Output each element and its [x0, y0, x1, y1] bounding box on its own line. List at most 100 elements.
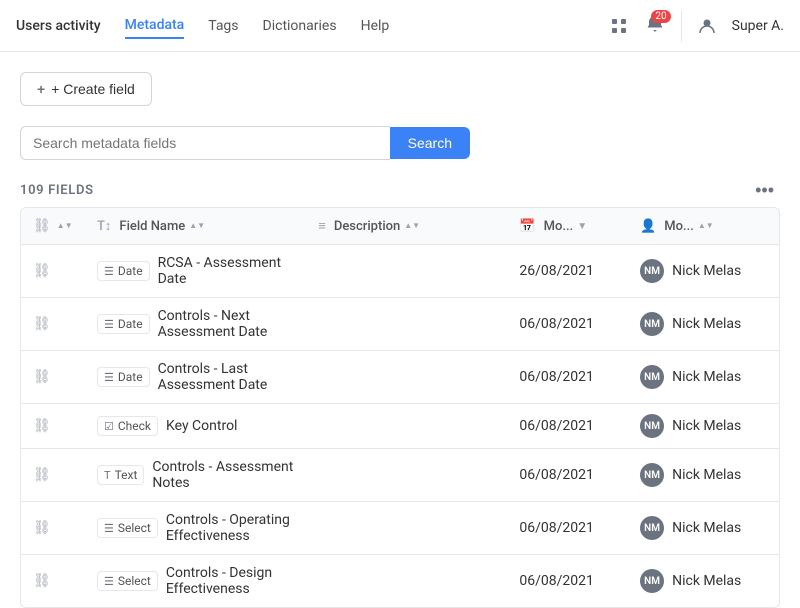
- link-sort-arrows[interactable]: ▲▼: [57, 222, 73, 230]
- user-name: Nick Melas: [672, 573, 741, 589]
- avatar: NM: [640, 569, 664, 593]
- table-row: ⛓ T Text Controls - Assessment Notes 06/…: [21, 449, 779, 502]
- th-description-label: Description: [334, 219, 400, 234]
- th-modified[interactable]: 📅 Mo... ▼: [507, 208, 628, 245]
- modby-col-icon: 👤: [640, 219, 656, 234]
- search-input[interactable]: [20, 126, 390, 160]
- nav-item-users-activity[interactable]: Users activity: [16, 14, 101, 38]
- row-modified-cell: 06/08/2021: [507, 449, 628, 502]
- table-row: ⛓ ☰ Select Controls - Design Effectivene…: [21, 555, 779, 608]
- plus-icon: +: [37, 81, 45, 97]
- notification-count: 20: [651, 10, 670, 23]
- user-cell: NM Nick Melas: [640, 365, 767, 389]
- row-modified-cell: 06/08/2021: [507, 404, 628, 449]
- search-button[interactable]: Search: [390, 127, 470, 159]
- type-badge: ☰ Select: [97, 571, 158, 591]
- row-description-cell: [306, 245, 507, 298]
- field-name-text: Controls - Design Effectiveness: [166, 565, 294, 597]
- th-field-name[interactable]: T↕ Field Name ▲▼: [85, 208, 306, 245]
- type-badge-label: Date: [118, 264, 143, 278]
- user-name: Nick Melas: [672, 316, 741, 332]
- user-avatar-icon[interactable]: [698, 17, 716, 35]
- row-modified-cell: 06/08/2021: [507, 555, 628, 608]
- row-modified-cell: 06/08/2021: [507, 502, 628, 555]
- type-badge-icon: ☑: [104, 420, 114, 433]
- avatar: NM: [640, 516, 664, 540]
- row-link-icon[interactable]: ⛓: [33, 418, 51, 434]
- row-modified-by-cell: NM Nick Melas: [628, 298, 779, 351]
- field-name-text: RCSA - Assessment Date: [158, 255, 295, 287]
- type-badge-label: Check: [118, 419, 151, 433]
- nav-item-metadata[interactable]: Metadata: [125, 13, 185, 39]
- fields-table: ⛓ ▲▼ T↕ Field Name ▲▼ ≡: [20, 207, 780, 608]
- avatar: NM: [640, 259, 664, 283]
- row-link-icon[interactable]: ⛓: [33, 573, 51, 589]
- row-description-cell: [306, 555, 507, 608]
- user-name: Nick Melas: [672, 467, 741, 483]
- th-modified-by[interactable]: 👤 Mo... ▲▼: [628, 208, 779, 245]
- description-col-icon: ≡: [318, 218, 326, 234]
- header: Users activity Metadata Tags Dictionarie…: [0, 0, 800, 52]
- row-link-icon[interactable]: ⛓: [33, 263, 51, 279]
- th-field-name-label: Field Name: [119, 219, 185, 234]
- row-modified-by-cell: NM Nick Melas: [628, 404, 779, 449]
- description-sort-arrows[interactable]: ▲▼: [404, 222, 420, 230]
- modby-sort-arrows[interactable]: ▲▼: [698, 222, 714, 230]
- user-cell: NM Nick Melas: [640, 259, 767, 283]
- row-modified-cell: 06/08/2021: [507, 298, 628, 351]
- search-bar: Search: [20, 126, 470, 160]
- user-name: Nick Melas: [672, 520, 741, 536]
- user-cell: NM Nick Melas: [640, 463, 767, 487]
- field-name-text: Controls - Operating Effectiveness: [166, 512, 294, 544]
- type-badge: T Text: [97, 465, 144, 485]
- row-description-cell: [306, 502, 507, 555]
- row-modified-by-cell: NM Nick Melas: [628, 449, 779, 502]
- type-badge-label: Text: [115, 468, 138, 482]
- row-field-name-cell: ☰ Date Controls - Next Assessment Date: [85, 298, 306, 351]
- nav-item-tags[interactable]: Tags: [208, 14, 238, 38]
- fieldname-sort-arrows[interactable]: ▲▼: [189, 222, 205, 230]
- nav-item-dictionaries[interactable]: Dictionaries: [263, 14, 337, 38]
- field-name-text: Key Control: [166, 418, 237, 434]
- user-name: Nick Melas: [672, 418, 741, 434]
- user-cell: NM Nick Melas: [640, 414, 767, 438]
- type-badge: ☰ Date: [97, 314, 150, 334]
- row-description-cell: [306, 449, 507, 502]
- notifications-bell[interactable]: 20: [645, 14, 665, 38]
- table-row: ⛓ ☰ Date RCSA - Assessment Date 26/08/20…: [21, 245, 779, 298]
- row-modified-by-cell: NM Nick Melas: [628, 351, 779, 404]
- table-row: ⛓ ☰ Date Controls - Next Assessment Date…: [21, 298, 779, 351]
- nav-item-help[interactable]: Help: [361, 14, 390, 38]
- row-field-name-cell: ☰ Date RCSA - Assessment Date: [85, 245, 306, 298]
- nav-bar: Users activity Metadata Tags Dictionarie…: [16, 13, 609, 39]
- th-link: ⛓ ▲▼: [21, 208, 85, 245]
- row-field-name-cell: ☰ Select Controls - Operating Effectiven…: [85, 502, 306, 555]
- type-badge-icon: ☰: [104, 575, 114, 588]
- create-field-label: + Create field: [51, 81, 135, 97]
- type-badge-icon: ☰: [104, 318, 114, 331]
- user-cell: NM Nick Melas: [640, 516, 767, 540]
- grid-icon[interactable]: [609, 16, 629, 36]
- type-badge-label: Date: [118, 370, 143, 384]
- th-description[interactable]: ≡ Description ▲▼: [306, 208, 507, 245]
- modified-sort-icon[interactable]: ▼: [577, 221, 587, 232]
- row-link-cell: ⛓: [21, 245, 85, 298]
- table-header-row: ⛓ ▲▼ T↕ Field Name ▲▼ ≡: [21, 208, 779, 245]
- fieldname-col-icon: T↕: [97, 218, 111, 234]
- user-name: Nick Melas: [672, 263, 741, 279]
- search-button-label: Search: [408, 135, 452, 151]
- more-options-button[interactable]: •••: [749, 178, 780, 203]
- row-link-icon[interactable]: ⛓: [33, 520, 51, 536]
- create-field-button[interactable]: + + Create field: [20, 72, 152, 106]
- row-link-cell: ⛓: [21, 555, 85, 608]
- row-field-name-cell: T Text Controls - Assessment Notes: [85, 449, 306, 502]
- link-header-icon: ⛓: [33, 218, 51, 234]
- row-field-name-cell: ☑ Check Key Control: [85, 404, 306, 449]
- row-modified-by-cell: NM Nick Melas: [628, 555, 779, 608]
- row-link-icon[interactable]: ⛓: [33, 316, 51, 332]
- row-modified-by-cell: NM Nick Melas: [628, 502, 779, 555]
- row-link-icon[interactable]: ⛓: [33, 369, 51, 385]
- row-link-icon[interactable]: ⛓: [33, 467, 51, 483]
- avatar: NM: [640, 365, 664, 389]
- header-right: 20 Super A.: [609, 10, 784, 42]
